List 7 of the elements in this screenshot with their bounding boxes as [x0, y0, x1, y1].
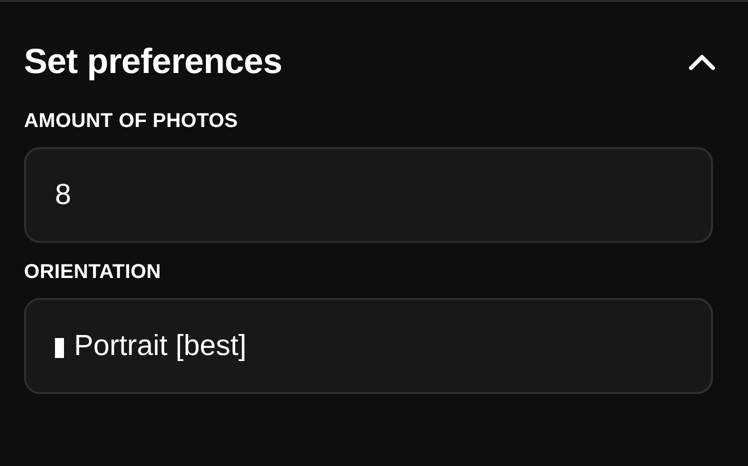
- portrait-icon: [55, 338, 64, 358]
- orientation-select[interactable]: Portrait [best]: [24, 298, 713, 394]
- amount-input-field[interactable]: 8: [24, 147, 713, 243]
- field-label: AMOUNT OF PHOTOS: [24, 110, 238, 133]
- field-label: ORIENTATION: [24, 261, 162, 284]
- section-title: Set preferences: [24, 42, 282, 82]
- chevron-up-icon[interactable]: [688, 53, 716, 71]
